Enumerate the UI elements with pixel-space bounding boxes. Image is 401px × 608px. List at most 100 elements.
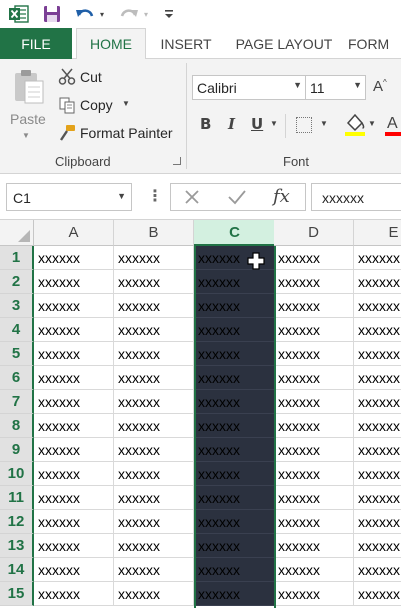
cell-c10[interactable]: xxxxxx <box>194 462 276 486</box>
column-header-a[interactable]: A <box>34 220 114 246</box>
cell-d2[interactable]: xxxxxx <box>274 270 354 294</box>
more-options-icon[interactable]: ⋮ <box>147 186 163 206</box>
cancel-icon[interactable] <box>183 188 201 211</box>
cell-c7[interactable]: xxxxxx <box>194 390 276 414</box>
cell-a12[interactable]: xxxxxx <box>34 510 114 534</box>
cell-c13[interactable]: xxxxxx <box>194 534 276 558</box>
cell-b12[interactable]: xxxxxx <box>114 510 194 534</box>
cell-e10[interactable]: xxxxxx <box>354 462 401 486</box>
paste-dropdown-icon[interactable]: ▼ <box>22 131 30 140</box>
row-header-13[interactable]: 13 <box>0 534 34 558</box>
select-all-button[interactable] <box>0 220 34 246</box>
row-header-9[interactable]: 9 <box>0 438 34 462</box>
cell-e11[interactable]: xxxxxx <box>354 486 401 510</box>
cell-b3[interactable]: xxxxxx <box>114 294 194 318</box>
cell-a5[interactable]: xxxxxx <box>34 342 114 366</box>
cell-e7[interactable]: xxxxxx <box>354 390 401 414</box>
cell-d12[interactable]: xxxxxx <box>274 510 354 534</box>
paste-button[interactable]: Paste <box>10 111 46 127</box>
cell-a2[interactable]: xxxxxx <box>34 270 114 294</box>
cell-a8[interactable]: xxxxxx <box>34 414 114 438</box>
cell-e12[interactable]: xxxxxx <box>354 510 401 534</box>
cell-a1[interactable]: xxxxxx <box>34 246 114 270</box>
underline-button[interactable]: U <box>251 115 263 133</box>
copy-dropdown-icon[interactable]: ▼ <box>122 99 130 108</box>
cell-e15[interactable]: xxxxxx <box>354 582 401 606</box>
cell-e8[interactable]: xxxxxx <box>354 414 401 438</box>
formula-input[interactable]: xxxxxx <box>311 183 401 211</box>
cell-d7[interactable]: xxxxxx <box>274 390 354 414</box>
cell-b9[interactable]: xxxxxx <box>114 438 194 462</box>
cell-d6[interactable]: xxxxxx <box>274 366 354 390</box>
cell-a7[interactable]: xxxxxx <box>34 390 114 414</box>
cell-b4[interactable]: xxxxxx <box>114 318 194 342</box>
tab-home[interactable]: HOME <box>76 28 146 60</box>
row-header-8[interactable]: 8 <box>0 414 34 438</box>
cell-b8[interactable]: xxxxxx <box>114 414 194 438</box>
row-header-5[interactable]: 5 <box>0 342 34 366</box>
cell-d9[interactable]: xxxxxx <box>274 438 354 462</box>
tab-page-layout[interactable]: PAGE LAYOUT <box>226 28 342 59</box>
cell-e5[interactable]: xxxxxx <box>354 342 401 366</box>
tab-insert[interactable]: INSERT <box>150 28 222 59</box>
cell-b7[interactable]: xxxxxx <box>114 390 194 414</box>
cell-d10[interactable]: xxxxxx <box>274 462 354 486</box>
undo-dropdown-icon[interactable]: ▾ <box>97 2 107 26</box>
cell-e2[interactable]: xxxxxx <box>354 270 401 294</box>
cell-d15[interactable]: xxxxxx <box>274 582 354 606</box>
column-header-d[interactable]: D <box>274 220 354 246</box>
borders-icon[interactable] <box>296 117 312 133</box>
cell-b11[interactable]: xxxxxx <box>114 486 194 510</box>
cell-e9[interactable]: xxxxxx <box>354 438 401 462</box>
cell-e3[interactable]: xxxxxx <box>354 294 401 318</box>
cell-e1[interactable]: xxxxxx <box>354 246 401 270</box>
row-header-2[interactable]: 2 <box>0 270 34 294</box>
cell-d5[interactable]: xxxxxx <box>274 342 354 366</box>
redo-dropdown-icon[interactable]: ▾ <box>141 2 151 26</box>
cut-button[interactable]: Cut <box>80 69 102 85</box>
cell-b6[interactable]: xxxxxx <box>114 366 194 390</box>
cell-a4[interactable]: xxxxxx <box>34 318 114 342</box>
insert-function-icon[interactable]: fx <box>273 186 290 207</box>
cell-e4[interactable]: xxxxxx <box>354 318 401 342</box>
bold-button[interactable]: B <box>200 115 211 133</box>
cell-d13[interactable]: xxxxxx <box>274 534 354 558</box>
copy-button[interactable]: Copy <box>80 97 113 113</box>
cell-c15[interactable]: xxxxxx <box>194 582 276 606</box>
cell-a14[interactable]: xxxxxx <box>34 558 114 582</box>
cell-d8[interactable]: xxxxxx <box>274 414 354 438</box>
grow-font-icon[interactable]: A^ <box>373 78 387 95</box>
tab-file[interactable]: FILE <box>0 28 72 59</box>
cell-b2[interactable]: xxxxxx <box>114 270 194 294</box>
format-painter-icon[interactable] <box>58 124 76 142</box>
cell-d11[interactable]: xxxxxx <box>274 486 354 510</box>
copy-icon[interactable] <box>58 96 76 114</box>
tab-formulas[interactable]: FORM <box>348 28 401 59</box>
cell-a10[interactable]: xxxxxx <box>34 462 114 486</box>
cell-a13[interactable]: xxxxxx <box>34 534 114 558</box>
cell-e14[interactable]: xxxxxx <box>354 558 401 582</box>
cell-a3[interactable]: xxxxxx <box>34 294 114 318</box>
cell-e6[interactable]: xxxxxx <box>354 366 401 390</box>
cell-b13[interactable]: xxxxxx <box>114 534 194 558</box>
cell-c14[interactable]: xxxxxx <box>194 558 276 582</box>
cell-c4[interactable]: xxxxxx <box>194 318 276 342</box>
cell-d4[interactable]: xxxxxx <box>274 318 354 342</box>
cell-c8[interactable]: xxxxxx <box>194 414 276 438</box>
scissors-icon[interactable] <box>58 68 76 86</box>
column-header-c[interactable]: C <box>194 220 276 246</box>
row-header-14[interactable]: 14 <box>0 558 34 582</box>
paste-icon[interactable] <box>12 67 46 107</box>
cell-b10[interactable]: xxxxxx <box>114 462 194 486</box>
font-color-icon[interactable]: A <box>384 111 401 137</box>
cell-c2[interactable]: xxxxxx <box>194 270 276 294</box>
cell-d1[interactable]: xxxxxx <box>274 246 354 270</box>
clipboard-launcher-icon[interactable] <box>173 157 181 165</box>
cell-e13[interactable]: xxxxxx <box>354 534 401 558</box>
cell-c11[interactable]: xxxxxx <box>194 486 276 510</box>
fill-color-icon[interactable] <box>344 111 366 137</box>
cell-b5[interactable]: xxxxxx <box>114 342 194 366</box>
row-header-3[interactable]: 3 <box>0 294 34 318</box>
cell-c6[interactable]: xxxxxx <box>194 366 276 390</box>
italic-button[interactable]: I <box>228 115 235 133</box>
